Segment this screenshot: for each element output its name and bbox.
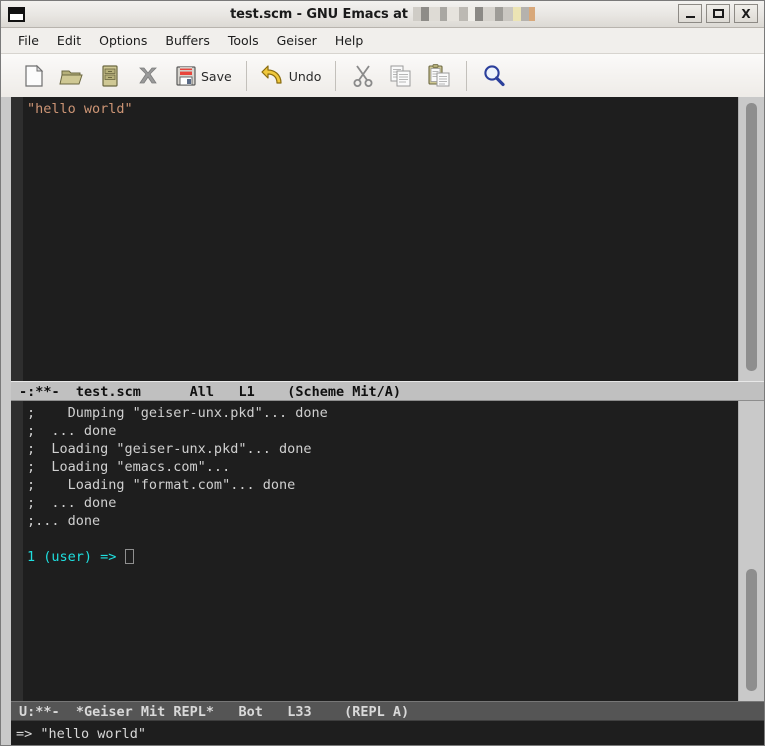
cut-button[interactable]	[344, 59, 382, 93]
repl-mode-line: U:**- *Geiser Mit REPL* Bot L33 (REPL A)	[11, 701, 764, 721]
paste-button[interactable]	[420, 59, 458, 93]
minibuffer-message: => "hello world"	[16, 726, 147, 742]
menu-item-buffers[interactable]: Buffers	[156, 31, 218, 50]
menu-item-edit[interactable]: Edit	[48, 31, 90, 50]
save-floppy-icon	[176, 66, 196, 86]
open-file-button[interactable]	[53, 59, 91, 93]
menu-bar: File Edit Options Buffers Tools Geiser H…	[1, 28, 764, 54]
close-x-icon	[139, 67, 157, 84]
undo-arrow-icon	[261, 65, 282, 84]
editor-scrollbar[interactable]	[738, 97, 764, 381]
close-button[interactable]: X	[734, 4, 758, 23]
repl-output-line-6: ; ... done	[27, 495, 117, 511]
repl-output-line-7: ;... done	[27, 513, 101, 529]
repl-fringe	[11, 401, 23, 701]
search-button[interactable]	[475, 59, 513, 93]
repl-output-line-2: ; ... done	[27, 423, 117, 439]
menu-item-help[interactable]: Help	[326, 31, 373, 50]
repl-output-line-5: ; Loading "format.com"... done	[27, 477, 296, 493]
save-button[interactable]: Save	[167, 59, 238, 93]
repl-window[interactable]: ; Dumping "geiser-unx.pkd"... done ; ...…	[11, 401, 764, 701]
copy-pages-icon	[390, 65, 411, 87]
editor-string-literal: "hello world"	[27, 101, 133, 117]
close-icon: X	[741, 6, 751, 21]
emacs-frame: "hello world" -:**- test.scm All L1 (Sch…	[1, 97, 764, 745]
menu-item-geiser[interactable]: Geiser	[268, 31, 326, 50]
repl-output-line-3: ; Loading "geiser-unx.pkd"... done	[27, 441, 312, 457]
minimize-icon	[685, 15, 695, 18]
window-controls: X	[678, 4, 758, 23]
menu-item-file[interactable]: File	[9, 31, 48, 50]
window-title: test.scm - GNU Emacs at	[1, 7, 764, 22]
save-as-button[interactable]	[91, 59, 129, 93]
tool-bar: Save Undo	[1, 54, 764, 99]
minibuffer[interactable]: => "hello world"	[11, 722, 764, 745]
menu-item-tools[interactable]: Tools	[219, 31, 268, 50]
new-file-icon	[25, 64, 44, 87]
close-file-button[interactable]	[129, 59, 167, 93]
maximize-icon	[712, 9, 724, 18]
toolbar-separator-3	[466, 61, 468, 91]
minimize-button[interactable]	[678, 4, 702, 23]
editor-mode-line-text: -:**- test.scm All L1 (Scheme Mit/A)	[19, 384, 402, 400]
window-title-text: test.scm - GNU Emacs at	[230, 6, 408, 22]
paste-clipboard-icon	[428, 64, 450, 87]
emacs-window: test.scm - GNU Emacs at X File Edit Opti…	[0, 0, 765, 746]
repl-scrollbar-thumb[interactable]	[746, 569, 757, 691]
undo-button-label: Undo	[288, 68, 322, 84]
search-icon	[484, 65, 505, 87]
copy-button[interactable]	[382, 59, 420, 93]
undo-button[interactable]: Undo	[255, 59, 328, 93]
redacted-hostname	[412, 7, 535, 21]
repl-scrollbar[interactable]	[738, 401, 764, 701]
editor-window[interactable]: "hello world"	[11, 97, 764, 381]
title-bar[interactable]: test.scm - GNU Emacs at X	[1, 1, 764, 28]
repl-buffer-text[interactable]: ; Dumping "geiser-unx.pkd"... done ; ...…	[23, 401, 738, 701]
maximize-button[interactable]	[706, 4, 730, 23]
file-cabinet-icon	[102, 65, 118, 87]
new-file-button[interactable]	[15, 59, 53, 93]
editor-scrollbar-thumb[interactable]	[746, 103, 757, 371]
editor-buffer-text[interactable]: "hello world"	[23, 97, 738, 381]
repl-mode-line-text: U:**- *Geiser Mit REPL* Bot L33 (REPL A)	[19, 704, 410, 720]
editor-fringe	[11, 97, 23, 381]
repl-output-line-1: ; Dumping "geiser-unx.pkd"... done	[27, 405, 328, 421]
save-button-label: Save	[201, 68, 232, 84]
text-cursor	[124, 549, 134, 564]
scissors-icon	[353, 65, 373, 87]
repl-prompt: 1 (user) =>	[27, 549, 117, 565]
menu-item-options[interactable]: Options	[90, 31, 156, 50]
toolbar-separator-2	[335, 61, 337, 91]
open-folder-icon	[59, 70, 83, 85]
editor-mode-line: -:**- test.scm All L1 (Scheme Mit/A)	[11, 381, 764, 401]
toolbar-separator-1	[245, 61, 247, 91]
repl-output-line-4: ; Loading "emacs.com"...	[27, 459, 231, 475]
